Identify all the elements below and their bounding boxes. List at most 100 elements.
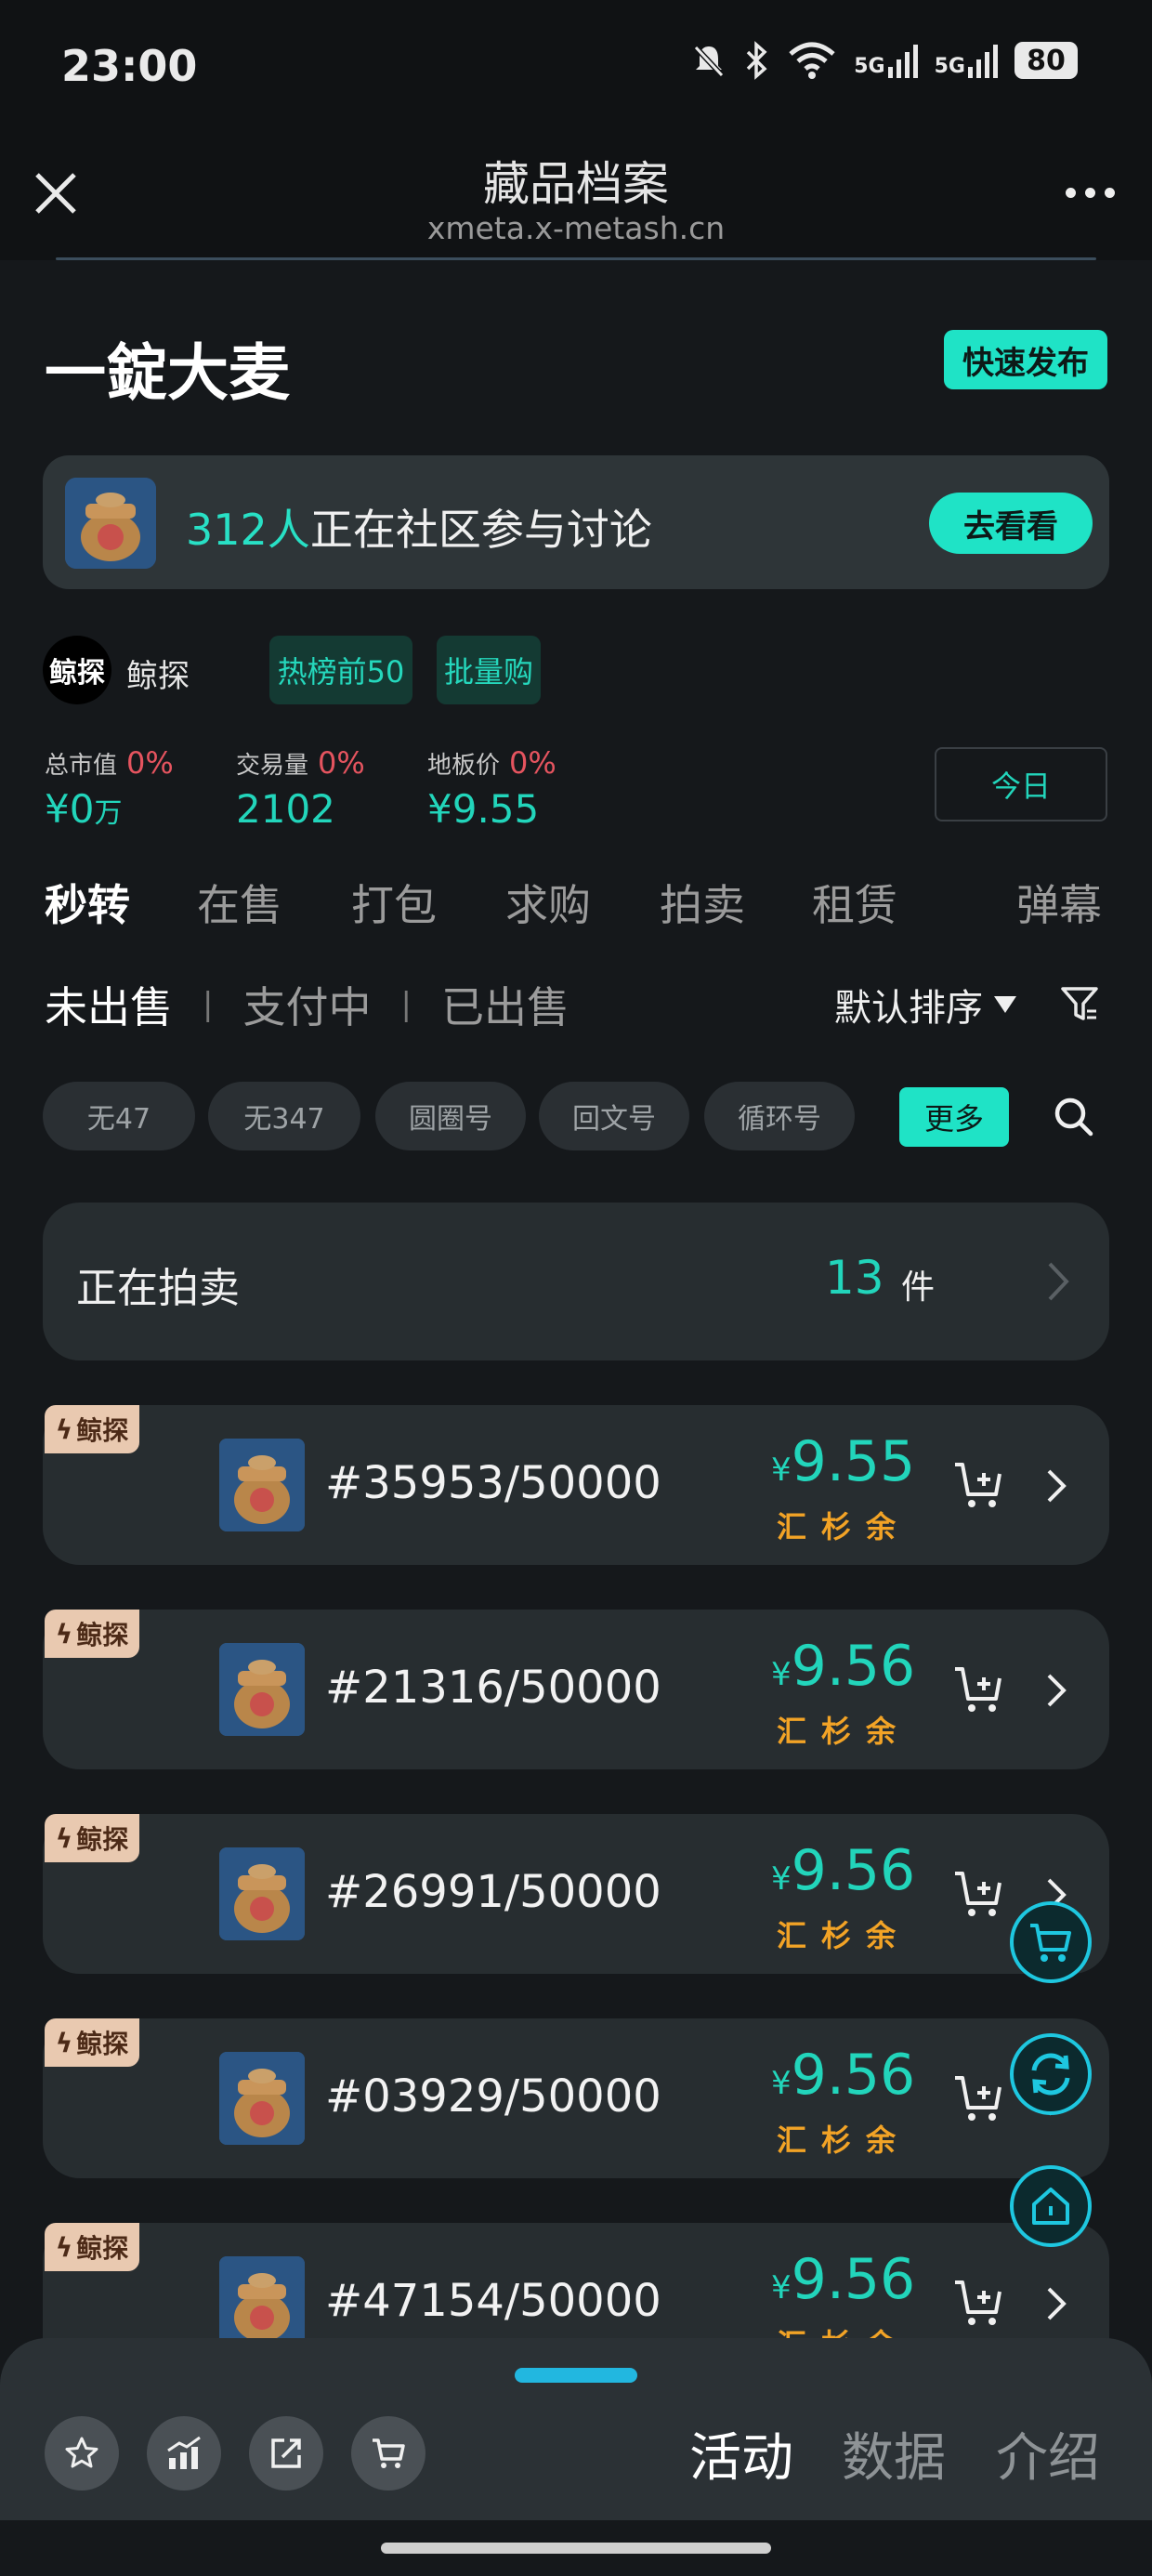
tab-auction[interactable]: 拍卖 (660, 872, 745, 933)
listing-price: ¥9.55 (771, 1429, 916, 1494)
bluetooth-icon (747, 41, 767, 80)
tab-bundle[interactable]: 打包 (351, 872, 437, 933)
tab-lease[interactable]: 租赁 (812, 872, 897, 933)
listing-price: ¥9.56 (771, 2247, 916, 2312)
floating-cart-button[interactable] (1010, 1901, 1092, 1983)
community-banner[interactable]: 312人正在社区参与讨论 去看看 (43, 455, 1109, 589)
chip-no47[interactable]: 无47 (43, 1082, 195, 1150)
share-button[interactable] (249, 2416, 323, 2491)
tab-intro[interactable]: 介绍 (996, 2416, 1100, 2491)
auction-label: 正在拍卖 (76, 1265, 240, 1312)
shopping-cart-icon (1030, 1924, 1071, 1962)
serial-number: #26991/50000 (325, 1866, 661, 1918)
tab-wanted[interactable]: 求购 (505, 872, 591, 933)
mute-bell-icon (694, 45, 725, 78)
cart-button[interactable] (351, 2416, 425, 2491)
quick-publish-button[interactable]: 快速发布 (944, 330, 1107, 389)
serial-number: #47154/50000 (325, 2275, 661, 2327)
tab-unsold[interactable]: 未出售 (45, 974, 173, 1035)
status-icons: 5G 5G 80 (690, 41, 1078, 80)
signal-2-icon: 5G (935, 43, 998, 78)
platform-badge: ϟ 鲸探 (45, 1610, 139, 1658)
tab-activity[interactable]: 活动 (689, 2416, 793, 2491)
sort-label: 默认排序 (834, 987, 983, 1030)
platform-name: 鲸探 (126, 658, 190, 695)
bolt-icon: ϟ (55, 1413, 73, 1445)
sale-status-tabs: 未出售 | 支付中 | 已出售 (45, 972, 569, 1037)
shopping-cart-icon (373, 2438, 405, 2468)
collectible-thumbnail (219, 1643, 305, 1736)
community-count: 312人 (186, 505, 310, 555)
header-url: xmeta.x-metash.cn (426, 210, 726, 246)
community-text: 312人正在社区参与讨论 (186, 496, 652, 558)
more-menu-icon[interactable] (1066, 188, 1115, 198)
today-button[interactable]: 今日 (935, 747, 1107, 821)
refresh-icon (1031, 2053, 1070, 2096)
home-indicator[interactable] (381, 2543, 771, 2554)
tab-danmaku[interactable]: 弹幕 (1016, 872, 1102, 933)
bolt-icon: ϟ (55, 2027, 73, 2058)
platform-badge: ϟ 鲸探 (45, 2223, 139, 2271)
tag-hot-top50[interactable]: 热榜前50 (269, 636, 412, 704)
add-to-cart-icon[interactable] (951, 1662, 1007, 1717)
header-title: 藏品档案 (483, 157, 669, 211)
tab-separator: | (203, 986, 214, 1023)
payment-methods: 汇杉余 (777, 1509, 911, 1544)
filter-icon[interactable] (1059, 983, 1100, 1024)
chip-no347[interactable]: 无347 (208, 1082, 360, 1150)
add-to-cart-icon[interactable] (951, 2275, 1007, 2331)
payment-methods: 汇杉余 (777, 1714, 911, 1749)
bolt-icon: ϟ (55, 1618, 73, 1649)
tab-data[interactable]: 数据 (842, 2416, 946, 2491)
serial-number: #21316/50000 (325, 1662, 661, 1714)
add-to-cart-icon[interactable] (951, 1457, 1007, 1513)
serial-number: #35953/50000 (325, 1457, 661, 1509)
chip-cycle-number[interactable]: 循环号 (704, 1082, 855, 1150)
platform-logo: 鲸探 (43, 636, 111, 704)
bolt-icon: ϟ (55, 2231, 73, 2263)
listing-card[interactable]: ϟ 鲸探 #26991/50000 ¥9.56 汇杉余 (43, 1814, 1109, 1974)
community-label: 正在社区参与讨论 (309, 505, 652, 555)
go-see-button[interactable]: 去看看 (929, 493, 1093, 554)
platform-badge: ϟ 鲸探 (45, 1405, 139, 1453)
search-icon[interactable] (1052, 1095, 1094, 1137)
main-tabs: 秒转 在售 打包 求购 拍卖 租赁 弹幕 (45, 872, 1109, 937)
tab-sold[interactable]: 已出售 (441, 974, 569, 1035)
tab-separator: | (400, 986, 412, 1023)
tab-on-sale[interactable]: 在售 (197, 872, 282, 933)
listing-card[interactable]: ϟ 鲸探 #35953/50000 ¥9.55 汇杉余 (43, 1405, 1109, 1565)
stat-floor-price: 地板价 0% ¥9.55 (427, 745, 556, 832)
chevron-right-icon[interactable] (1044, 2284, 1068, 2323)
listing-card[interactable]: ϟ 鲸探 #03929/50000 ¥9.56 汇杉余 (43, 2018, 1109, 2178)
collectible-thumbnail (219, 2256, 305, 2349)
floating-home-button[interactable] (1010, 2165, 1092, 2247)
more-filters-button[interactable]: 更多 (899, 1087, 1009, 1147)
star-icon (65, 2437, 98, 2468)
listing-price: ¥9.56 (771, 1838, 916, 1903)
collectible-thumbnail (219, 1439, 305, 1531)
drag-handle[interactable] (515, 2368, 637, 2383)
favorite-button[interactable] (45, 2416, 119, 2491)
auction-count: 13 (825, 1251, 884, 1305)
floating-refresh-button[interactable] (1010, 2033, 1092, 2115)
sort-dropdown[interactable]: 默认排序 (834, 978, 1018, 1032)
add-to-cart-icon[interactable] (951, 1866, 1007, 1922)
chip-palindrome-number[interactable]: 回文号 (539, 1082, 689, 1150)
chip-circle-number[interactable]: 圆圈号 (375, 1082, 526, 1150)
app-header: 藏品档案 xmeta.x-metash.cn (0, 139, 1152, 260)
trend-chart-icon (167, 2436, 201, 2469)
listing-card[interactable]: ϟ 鲸探 #21316/50000 ¥9.56 汇杉余 (43, 1610, 1109, 1769)
wifi-icon (789, 42, 835, 79)
chevron-right-icon[interactable] (1044, 1671, 1068, 1710)
add-to-cart-icon[interactable] (951, 2070, 1007, 2126)
chevron-right-icon[interactable] (1044, 1466, 1068, 1505)
tab-paying[interactable]: 支付中 (242, 974, 371, 1035)
serial-number: #03929/50000 (325, 2070, 661, 2123)
tag-bulk-buy[interactable]: 批量购 (437, 636, 541, 704)
trend-button[interactable] (147, 2416, 221, 2491)
auction-banner[interactable]: 正在拍卖 13 件 (43, 1203, 1109, 1360)
tab-instant-transfer[interactable]: 秒转 (45, 872, 130, 933)
payment-methods: 汇杉余 (777, 1918, 911, 1953)
platform-badge: ϟ 鲸探 (45, 2018, 139, 2067)
home-icon (1032, 2188, 1069, 2225)
